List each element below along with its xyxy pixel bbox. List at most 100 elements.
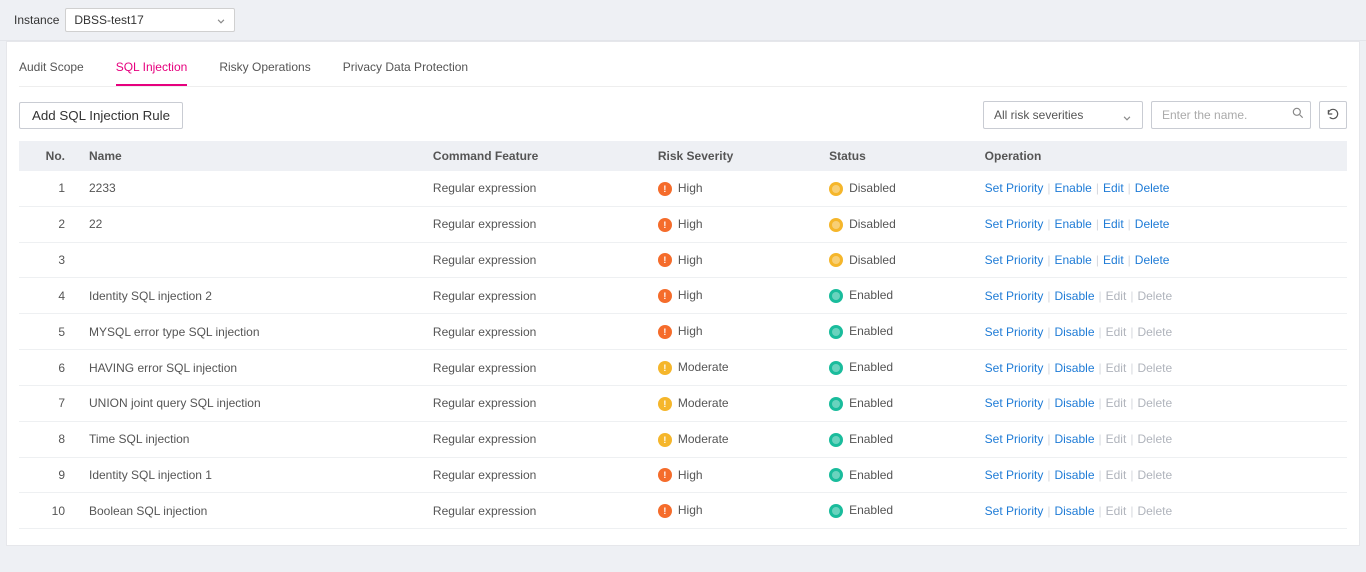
risk-dot-icon — [658, 504, 672, 518]
add-sql-injection-rule-button[interactable]: Add SQL Injection Rule — [19, 102, 183, 129]
table-row: 10Boolean SQL injectionRegular expressio… — [19, 493, 1347, 529]
cell-name: Boolean SQL injection — [79, 493, 423, 529]
cell-operation: Set Priority|Enable|Edit|Delete — [975, 242, 1347, 278]
risk-dot-icon — [658, 433, 672, 447]
status-label: Enabled — [849, 288, 893, 302]
op-delete: Delete — [1137, 289, 1172, 303]
op-separator: | — [1047, 432, 1050, 446]
toolbar: Add SQL Injection Rule All risk severiti… — [19, 101, 1347, 129]
tab-audit-scope[interactable]: Audit Scope — [19, 54, 84, 86]
op-separator: | — [1130, 289, 1133, 303]
cell-feature: Regular expression — [423, 385, 648, 421]
col-risk-severity: Risk Severity — [648, 141, 819, 171]
status-label: Disabled — [849, 181, 896, 195]
op-disable[interactable]: Disable — [1054, 396, 1094, 410]
cell-risk: Moderate — [648, 421, 819, 457]
instance-label: Instance — [14, 13, 59, 27]
cell-operation: Set Priority|Disable|Edit|Delete — [975, 314, 1347, 350]
cell-no: 2 — [19, 206, 79, 242]
op-set-priority[interactable]: Set Priority — [985, 217, 1044, 231]
op-set-priority[interactable]: Set Priority — [985, 253, 1044, 267]
tab-sql-injection[interactable]: SQL Injection — [116, 54, 188, 86]
risk-dot-icon — [658, 289, 672, 303]
tabs: Audit Scope SQL Injection Risky Operations… — [19, 50, 1347, 87]
cell-no: 8 — [19, 421, 79, 457]
cell-no: 4 — [19, 278, 79, 314]
status-label: Enabled — [849, 324, 893, 338]
op-set-priority[interactable]: Set Priority — [985, 396, 1044, 410]
op-separator: | — [1047, 217, 1050, 231]
cell-status: Disabled — [819, 171, 975, 206]
chevron-down-icon — [214, 13, 228, 35]
op-disable[interactable]: Disable — [1054, 361, 1094, 375]
risk-label: High — [678, 181, 703, 195]
status-label: Enabled — [849, 360, 893, 374]
cell-risk: Moderate — [648, 350, 819, 386]
cell-feature: Regular expression — [423, 206, 648, 242]
cell-no: 10 — [19, 493, 79, 529]
op-separator: | — [1130, 325, 1133, 339]
op-set-priority[interactable]: Set Priority — [985, 325, 1044, 339]
op-edit[interactable]: Edit — [1103, 253, 1124, 267]
cell-no: 6 — [19, 350, 79, 386]
tab-privacy-data-protection[interactable]: Privacy Data Protection — [343, 54, 468, 86]
refresh-button[interactable] — [1319, 101, 1347, 129]
status-dot-icon — [829, 504, 843, 518]
status-dot-icon — [829, 325, 843, 339]
op-disable[interactable]: Disable — [1054, 289, 1094, 303]
op-delete: Delete — [1137, 504, 1172, 518]
tab-risky-operations[interactable]: Risky Operations — [219, 54, 310, 86]
op-edit: Edit — [1106, 289, 1127, 303]
cell-risk: High — [648, 242, 819, 278]
cell-status: Enabled — [819, 385, 975, 421]
op-set-priority[interactable]: Set Priority — [985, 432, 1044, 446]
status-dot-icon — [829, 397, 843, 411]
op-delete: Delete — [1137, 361, 1172, 375]
op-set-priority[interactable]: Set Priority — [985, 361, 1044, 375]
op-set-priority[interactable]: Set Priority — [985, 289, 1044, 303]
cell-status: Enabled — [819, 314, 975, 350]
op-separator: | — [1047, 325, 1050, 339]
op-delete: Delete — [1137, 468, 1172, 482]
op-separator: | — [1099, 325, 1102, 339]
cell-name: 22 — [79, 206, 423, 242]
cell-feature: Regular expression — [423, 421, 648, 457]
cell-operation: Set Priority|Disable|Edit|Delete — [975, 457, 1347, 493]
cell-risk: High — [648, 493, 819, 529]
op-set-priority[interactable]: Set Priority — [985, 468, 1044, 482]
instance-select[interactable]: DBSS-test17 — [65, 8, 235, 32]
op-separator: | — [1099, 289, 1102, 303]
op-separator: | — [1130, 432, 1133, 446]
op-disable[interactable]: Disable — [1054, 325, 1094, 339]
op-separator: | — [1099, 432, 1102, 446]
search-icon[interactable] — [1291, 106, 1305, 123]
cell-name: 2233 — [79, 171, 423, 206]
table-row: 12233Regular expressionHighDisabledSet P… — [19, 171, 1347, 206]
op-separator: | — [1128, 181, 1131, 195]
op-separator: | — [1128, 217, 1131, 231]
risk-dot-icon — [658, 361, 672, 375]
op-delete[interactable]: Delete — [1135, 253, 1170, 267]
op-enable[interactable]: Enable — [1054, 181, 1091, 195]
op-set-priority[interactable]: Set Priority — [985, 181, 1044, 195]
op-disable[interactable]: Disable — [1054, 504, 1094, 518]
risk-label: High — [678, 288, 703, 302]
op-separator: | — [1096, 217, 1099, 231]
op-enable[interactable]: Enable — [1054, 253, 1091, 267]
op-delete[interactable]: Delete — [1135, 217, 1170, 231]
op-edit[interactable]: Edit — [1103, 181, 1124, 195]
op-separator: | — [1096, 181, 1099, 195]
severity-filter-select[interactable]: All risk severities — [983, 101, 1143, 129]
op-disable[interactable]: Disable — [1054, 468, 1094, 482]
op-delete[interactable]: Delete — [1135, 181, 1170, 195]
search-input[interactable] — [1151, 101, 1311, 129]
status-dot-icon — [829, 361, 843, 375]
table-row: 5MYSQL error type SQL injectionRegular e… — [19, 314, 1347, 350]
op-enable[interactable]: Enable — [1054, 217, 1091, 231]
op-disable[interactable]: Disable — [1054, 432, 1094, 446]
cell-name: Identity SQL injection 1 — [79, 457, 423, 493]
op-set-priority[interactable]: Set Priority — [985, 504, 1044, 518]
cell-status: Disabled — [819, 242, 975, 278]
status-dot-icon — [829, 468, 843, 482]
op-edit[interactable]: Edit — [1103, 217, 1124, 231]
